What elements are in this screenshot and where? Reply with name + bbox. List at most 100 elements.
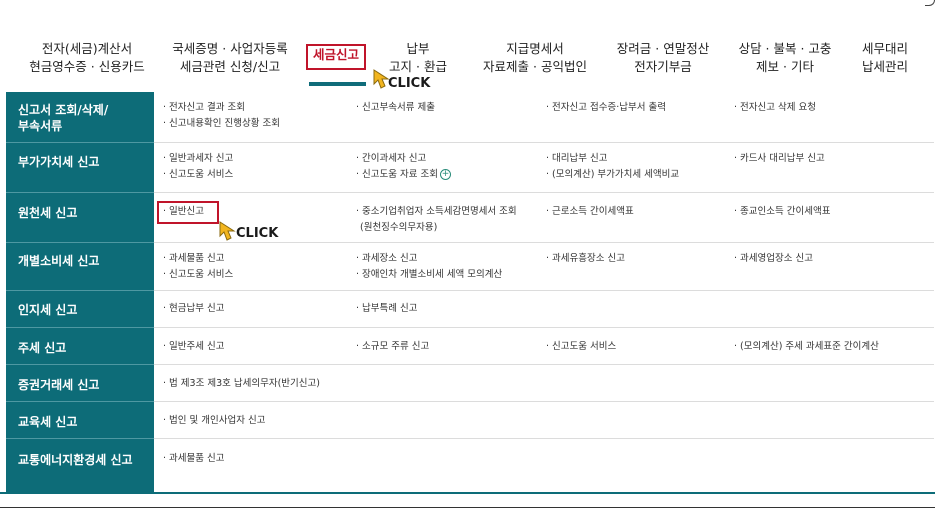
menu-link-text: · 장애인차 개별소비세 세액 모의계산 xyxy=(356,269,503,280)
nav-tab-label: 전자(세금)계산서 xyxy=(41,41,133,56)
menu-link[interactable]: · 간이과세자 신고 · 신고도움 자료 조회 + xyxy=(356,151,451,183)
nav-tab-label: 납부 xyxy=(406,41,430,56)
sidebar-divider xyxy=(6,401,154,402)
click-annotation: CLICK xyxy=(236,226,279,241)
menu-link-text: · 카드사 대리납부 신고 xyxy=(734,153,825,164)
sidebar-item-transport[interactable]: 교통에너지환경세 신고 xyxy=(6,452,154,468)
menu-link-text: · 간이과세자 신고 xyxy=(356,153,427,164)
top-border xyxy=(0,0,935,6)
menu-link-text: · 종교인소득 간이세액표 xyxy=(734,206,831,217)
sidebar-item-securities[interactable]: 증권거래세 신고 xyxy=(6,377,154,393)
sidebar-item-label: 인지세 신고 xyxy=(18,303,78,317)
nav-tab-label: 장려금 · 연말정산 xyxy=(616,41,710,56)
nav-tab-sublabel: 현금영수증 · 신용카드 xyxy=(29,59,145,74)
menu-link[interactable]: · 중소기업취업자 소득세감면명세서 조회 (원천징수의무자용) xyxy=(356,204,517,236)
sidebar-divider xyxy=(6,290,154,291)
sidebar-item-label: 증권거래세 신고 xyxy=(18,378,100,392)
bottom-border xyxy=(0,492,935,494)
sidebar-item-label: 원천세 신고 xyxy=(18,206,78,220)
menu-link[interactable]: · 일반과세자 신고 · 신고도움 서비스 xyxy=(163,151,233,183)
menu-link-text: · 신고내용확인 진행상황 조회 xyxy=(163,118,280,129)
menu-link[interactable]: · 신고부속서류 제출 xyxy=(356,100,435,116)
menu-link-text: · 근로소득 간이세액표 xyxy=(546,206,634,217)
top-navigation: 전자(세금)계산서 현금영수증 · 신용카드 국세증명 · 사업자등록 세금관련… xyxy=(0,32,935,92)
menu-link[interactable]: · 신고도움 서비스 xyxy=(546,339,616,355)
sidebar-divider xyxy=(6,192,154,193)
menu-link[interactable]: · 카드사 대리납부 신고 xyxy=(734,151,825,167)
menu-link[interactable]: · 과세유흥장소 신고 xyxy=(546,251,625,267)
menu-link-text: · 법 제3조 제3호 납세의무자(반기신고) xyxy=(163,378,320,389)
menu-link[interactable]: · 과세영업장소 신고 xyxy=(734,251,813,267)
sidebar-item-label: 부가가치세 신고 xyxy=(18,155,100,169)
menu-link-text: · 전자신고 접수증·납부서 출력 xyxy=(546,102,666,113)
menu-link[interactable]: · 일반주세 신고 xyxy=(163,339,225,355)
menu-link-text: · 현금납부 신고 xyxy=(163,303,225,314)
nav-tab-e-invoice[interactable]: 전자(세금)계산서 현금영수증 · 신용카드 xyxy=(22,40,152,76)
top-border-corner xyxy=(925,0,935,6)
sidebar-item-label: 주세 신고 xyxy=(18,341,67,355)
menu-link[interactable]: · 과세장소 신고 · 장애인차 개별소비세 세액 모의계산 xyxy=(356,251,502,283)
menu-link[interactable]: · 법 제3조 제3호 납세의무자(반기신고) xyxy=(163,376,320,392)
menu-link[interactable]: · 종교인소득 간이세액표 xyxy=(734,204,830,220)
menu-link[interactable]: · 대리납부 신고 · (모의계산) 부가가치세 세액비교 xyxy=(546,151,679,183)
menu-link[interactable]: · (모의계산) 주세 과세표준 간이계산 xyxy=(734,339,879,355)
sidebar-item-liquor[interactable]: 주세 신고 xyxy=(6,340,154,356)
sidebar-item-excise[interactable]: 개별소비세 신고 xyxy=(6,253,154,269)
nav-tab-sublabel: 세금관련 신청/신고 xyxy=(179,59,281,74)
nav-tab-label: 상담 · 불복 · 고충 xyxy=(738,41,832,56)
sidebar-divider xyxy=(6,327,154,328)
nav-tab-statements[interactable]: 지급명세서 자료제출 · 공익법인 xyxy=(470,40,600,76)
sidebar-item-label: 교육세 신고 xyxy=(18,415,78,429)
sidebar-item-sublabel: 부속서류 xyxy=(18,119,63,133)
menu-link[interactable]: · 납부특례 신고 xyxy=(356,301,418,317)
menu-link[interactable]: · 전자신고 접수증·납부서 출력 xyxy=(546,100,666,116)
menu-link[interactable]: · 현금납부 신고 xyxy=(163,301,225,317)
menu-link[interactable]: · 소규모 주류 신고 xyxy=(356,339,429,355)
nav-tab-sublabel: 자료제출 · 공익법인 xyxy=(483,59,587,74)
click-annotation: CLICK xyxy=(388,76,431,91)
sidebar-item-label: 교통에너지환경세 신고 xyxy=(18,453,133,467)
menu-link-text: · 전자신고 결과 조회 xyxy=(163,102,245,113)
menu-link[interactable]: · 근로소득 간이세액표 xyxy=(546,204,634,220)
nav-tab-label: 지급명세서 xyxy=(506,41,564,56)
sidebar-item-education[interactable]: 교육세 신고 xyxy=(6,414,154,430)
menu-link-text: · 과세물품 신고 xyxy=(163,453,225,464)
sidebar-item-stamp[interactable]: 인지세 신고 xyxy=(6,302,154,318)
active-tab-highlight xyxy=(306,44,366,70)
menu-link[interactable]: · 전자신고 삭제 요청 xyxy=(734,100,816,116)
sidebar-divider xyxy=(6,364,154,365)
menu-link[interactable]: · 과세물품 신고 xyxy=(163,451,225,467)
menu-link-text: · 과세영업장소 신고 xyxy=(734,253,813,264)
menu-link-text: · 신고도움 서비스 xyxy=(163,269,234,280)
menu-link-text: · 소규모 주류 신고 xyxy=(356,341,430,352)
nav-tab-certificates[interactable]: 국세증명 · 사업자등록 세금관련 신청/신고 xyxy=(160,40,300,76)
plus-circle-icon[interactable]: + xyxy=(440,169,451,180)
menu-link-text: · (모의계산) 주세 과세표준 간이계산 xyxy=(734,341,879,352)
sidebar-divider xyxy=(6,438,154,439)
menu-link-text: · 전자신고 삭제 요청 xyxy=(734,102,816,113)
sidebar-item-vat[interactable]: 부가가치세 신고 xyxy=(6,154,154,170)
target-highlight xyxy=(157,201,219,224)
menu-link-text: · 과세장소 신고 xyxy=(356,253,418,264)
sidebar-item-filing-lookup[interactable]: 신고서 조회/삭제/ 부속서류 xyxy=(6,102,154,134)
menu-link-text: · 중소기업취업자 소득세감면명세서 조회 xyxy=(356,206,517,217)
menu-link-text: · 법인 및 개인사업자 신고 xyxy=(163,415,266,426)
nav-tab-incentives[interactable]: 장려금 · 연말정산 전자기부금 xyxy=(608,40,718,76)
nav-tab-tax-agent[interactable]: 세무대리 납세관리 xyxy=(850,40,920,76)
menu-link-text: · 신고도움 자료 조회 xyxy=(356,169,438,180)
menu-link[interactable]: · 과세물품 신고 · 신고도움 서비스 xyxy=(163,251,233,283)
sidebar xyxy=(6,92,154,493)
menu-link-with-icon: · 신고도움 자료 조회 + xyxy=(356,167,451,183)
menu-link[interactable]: · 전자신고 결과 조회 · 신고내용확인 진행상황 조회 xyxy=(163,100,280,132)
nav-tab-sublabel: 제보 · 기타 xyxy=(756,59,814,74)
nav-tab-label: 세무대리 xyxy=(861,41,908,56)
active-tab-underline xyxy=(309,82,366,86)
page-bottom-edge xyxy=(0,507,935,508)
nav-tab-sublabel: 납세관리 xyxy=(861,59,908,74)
nav-tab-consultation[interactable]: 상담 · 불복 · 고충 제보 · 기타 xyxy=(730,40,840,76)
menu-link-text: · 신고도움 서비스 xyxy=(163,169,234,180)
menu-link-text: · 대리납부 신고 xyxy=(546,153,608,164)
menu-link-text: · 납부특례 신고 xyxy=(356,303,418,314)
menu-link[interactable]: · 법인 및 개인사업자 신고 xyxy=(163,413,266,429)
sidebar-item-withholding[interactable]: 원천세 신고 xyxy=(6,205,154,221)
